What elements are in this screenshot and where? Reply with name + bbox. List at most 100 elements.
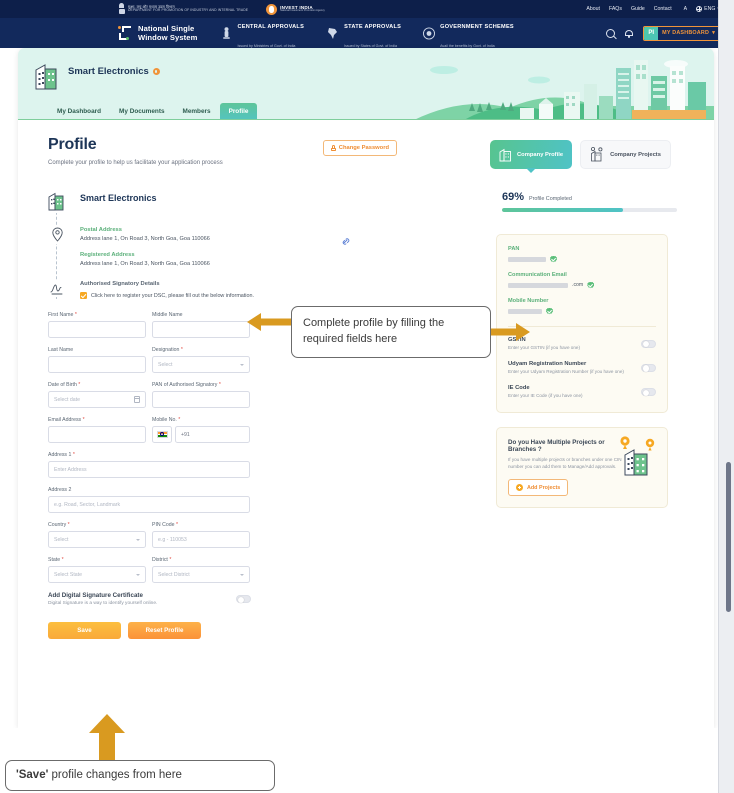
- utility-links: About FAQs Guide Contact A ENG ▾: [586, 6, 720, 12]
- segment-company-projects[interactable]: Company Projects: [580, 140, 671, 169]
- udyam-subtitle: Enter your Udyam Registration Number (if…: [508, 368, 624, 374]
- tab-profile[interactable]: Profile: [219, 103, 258, 120]
- label-pin-code: PIN Code: [152, 522, 175, 528]
- country-flag-selector[interactable]: [152, 426, 172, 443]
- india-flag-icon: [156, 430, 168, 439]
- nsws-logo[interactable]: National Single Window System: [118, 24, 197, 43]
- chevron-down-icon: [136, 573, 140, 576]
- annotation-arrow-left: [247, 313, 297, 331]
- edit-company-icon[interactable]: [152, 68, 160, 75]
- emblem-icon: [220, 26, 232, 40]
- progress-bar-fill: [502, 208, 623, 212]
- link-about[interactable]: About: [586, 6, 600, 12]
- accessibility-icon[interactable]: A: [681, 6, 687, 12]
- nav-item-government-schemes[interactable]: GOVERNMENT SCHEMES Avail the benefits by…: [423, 14, 514, 52]
- address2-placeholder: e.g. Road, Sector, Landmark: [54, 501, 121, 508]
- middle-name-input[interactable]: [152, 321, 250, 338]
- address-group: Postal Address Address lane 1, On Road 3…: [80, 225, 484, 267]
- avatar: PI: [644, 26, 659, 40]
- department-english-text: DEPARTMENT FOR PROMOTION OF INDUSTRY AND…: [128, 8, 249, 13]
- my-dashboard-button[interactable]: PI MY DASHBOARD ▾: [643, 25, 720, 41]
- tab-members[interactable]: Members: [174, 103, 220, 120]
- last-name-input[interactable]: [48, 356, 146, 373]
- digital-signature-toggle[interactable]: [236, 595, 251, 603]
- projects-illustration: [620, 436, 655, 476]
- buildings-pin-icon: [591, 147, 603, 162]
- external-link-icon[interactable]: [341, 237, 350, 245]
- ie-code-subtitle: Enter your IE Code (if you have one): [508, 392, 583, 398]
- dsc-checkbox[interactable]: [80, 292, 87, 299]
- notification-bell-icon[interactable]: [625, 29, 634, 38]
- date-of-birth-input[interactable]: Select date: [48, 391, 146, 408]
- label-pan-signatory: PAN of Authorised Signatory: [152, 382, 218, 388]
- mobile-number-input[interactable]: +91: [175, 426, 250, 443]
- label-district: District: [152, 557, 168, 563]
- label-country: Country: [48, 522, 67, 528]
- invest-india-subtitle: National Investment Promotion Agency: [280, 9, 325, 13]
- label-state: State: [48, 557, 61, 563]
- tab-my-dashboard[interactable]: My Dashboard: [48, 103, 110, 120]
- address-line-2-input[interactable]: e.g. Road, Sector, Landmark: [48, 496, 250, 513]
- address1-placeholder: Enter Address: [54, 466, 87, 473]
- scrollbar-track[interactable]: [718, 0, 734, 793]
- page-subtitle: Complete your profile to help us facilit…: [48, 160, 223, 166]
- dsc-register-row[interactable]: Click here to register your DSC, please …: [80, 292, 484, 299]
- nav-item-central-approvals[interactable]: CENTRAL APPROVALS Issued by Ministries o…: [220, 14, 304, 52]
- postal-address-label: Postal Address: [80, 227, 122, 233]
- pin-code-input[interactable]: e.g - 110053: [152, 531, 250, 548]
- scrollbar-thumb[interactable]: [726, 462, 731, 612]
- dob-placeholder: Select date: [54, 396, 80, 403]
- change-password-button[interactable]: Change Password: [322, 140, 398, 156]
- chevron-down-icon: [240, 573, 244, 576]
- label-first-name: First Name: [48, 312, 74, 318]
- form-row-name: First Name * Middle Name: [48, 312, 251, 338]
- profile-tabs: My Dashboard My Documents Members Profil…: [48, 103, 258, 120]
- email-address-input[interactable]: [48, 426, 146, 443]
- designation-select[interactable]: Select: [152, 356, 250, 373]
- building-icon: [499, 148, 511, 162]
- verified-badge-icon: [546, 307, 553, 315]
- add-projects-button[interactable]: Add Projects: [508, 479, 569, 496]
- address-line-1-input[interactable]: Enter Address: [48, 461, 250, 478]
- building-icon: [48, 188, 66, 213]
- multiple-projects-card: Do you Have Multiple Projects or Branche…: [496, 427, 668, 508]
- kyc-item-email: Communication Email .com: [508, 272, 656, 289]
- tab-my-documents[interactable]: My Documents: [110, 103, 173, 120]
- annotation-save-rest: profile changes from here: [48, 769, 182, 781]
- dsc-toggle-title: Add Digital Signature Certificate: [48, 592, 143, 599]
- ie-code-toggle[interactable]: [641, 388, 656, 397]
- language-selector[interactable]: ENG ▾: [696, 6, 720, 12]
- search-icon[interactable]: [606, 28, 616, 38]
- mobile-value-redacted: [508, 308, 542, 314]
- reset-profile-button[interactable]: Reset Profile: [128, 622, 201, 639]
- my-dashboard-label: MY DASHBOARD: [662, 30, 710, 36]
- udyam-toggle[interactable]: [641, 363, 656, 372]
- form-row-state-district: State * Select State District * Select D…: [48, 557, 251, 583]
- nav-title-state: STATE APPROVALS: [344, 23, 402, 30]
- company-name: Smart Electronics: [80, 193, 157, 203]
- progress-bar: [502, 208, 677, 212]
- banner-company-name-row: Smart Electronics: [68, 66, 160, 77]
- country-select[interactable]: Select: [48, 531, 146, 548]
- segment-company-profile[interactable]: Company Profile: [490, 140, 573, 169]
- first-name-input[interactable]: [48, 321, 146, 338]
- udyam-title: Udyam Registration Number: [508, 360, 587, 367]
- calendar-icon: [134, 396, 141, 403]
- district-select[interactable]: Select District: [152, 566, 250, 583]
- state-select[interactable]: Select State: [48, 566, 146, 583]
- nav-item-state-approvals[interactable]: STATE APPROVALS Issued by States of Govt…: [327, 14, 401, 52]
- signatory-form: First Name * Middle Name Last Name Desig…: [48, 312, 251, 639]
- required-marker: *: [178, 417, 181, 423]
- nsws-brand-line2: Window System: [138, 33, 198, 42]
- save-button[interactable]: Save: [48, 622, 121, 639]
- progress-label: Profile Completed: [529, 196, 572, 202]
- link-contact[interactable]: Contact: [654, 6, 672, 12]
- gstin-toggle[interactable]: [641, 339, 656, 348]
- option-ie-code: IE Code Enter your IE Code (if you have …: [508, 385, 656, 399]
- link-faqs[interactable]: FAQs: [609, 6, 622, 12]
- annotation-callout-save: 'Save' profile changes from here: [5, 760, 275, 791]
- card-divider: [508, 325, 656, 327]
- link-guide[interactable]: Guide: [631, 6, 645, 12]
- building-icon: [34, 60, 60, 90]
- pan-signatory-input[interactable]: [152, 391, 250, 408]
